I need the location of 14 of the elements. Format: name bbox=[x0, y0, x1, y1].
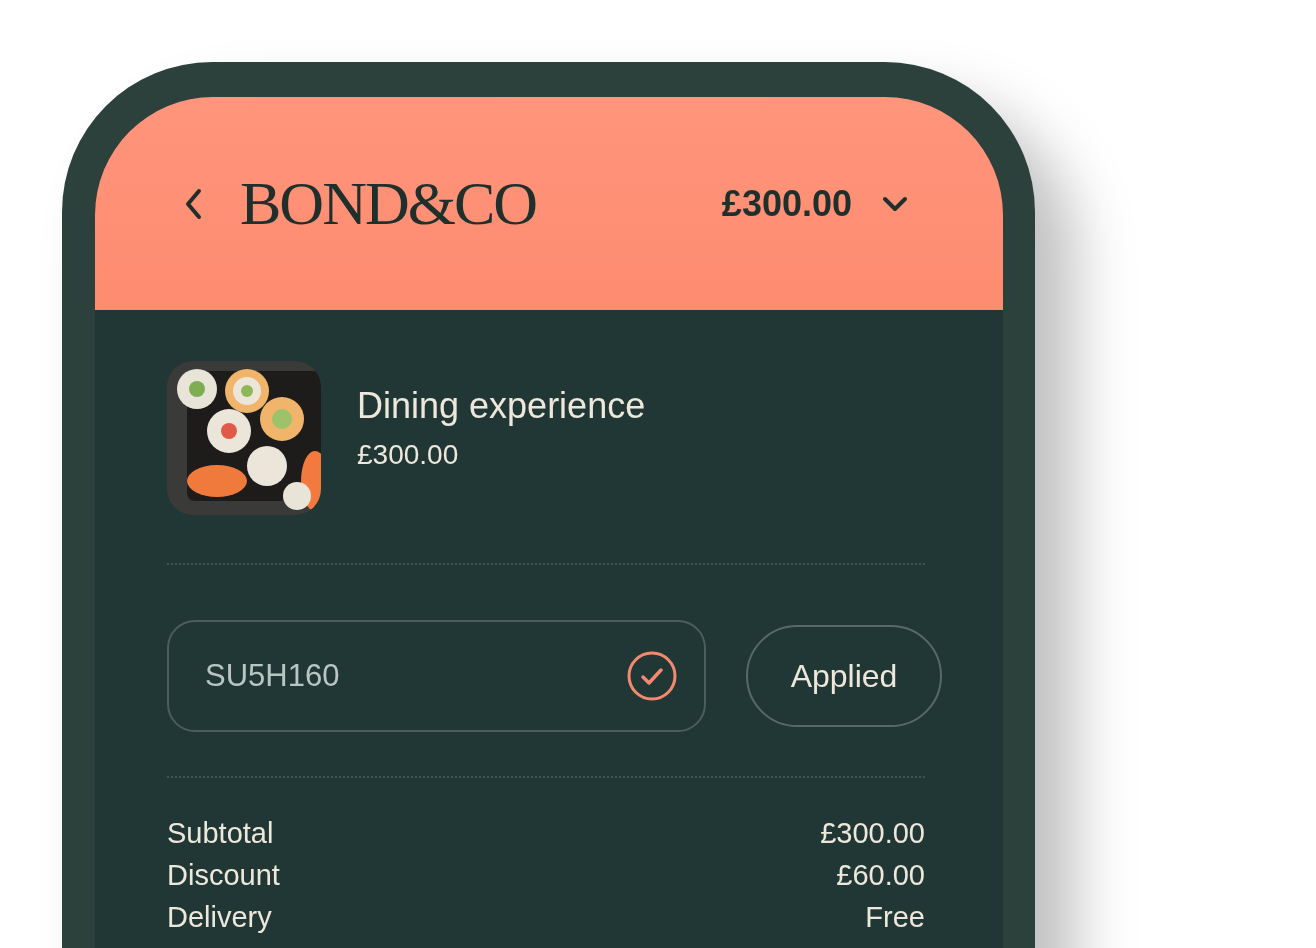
item-title: Dining experience bbox=[357, 385, 646, 427]
summary-label: Subtotal bbox=[167, 816, 274, 850]
summary-value: £60.00 bbox=[836, 858, 925, 892]
back-icon[interactable] bbox=[183, 187, 203, 220]
chevron-down-icon[interactable] bbox=[882, 195, 908, 212]
order-total: £300.00 bbox=[721, 182, 852, 225]
promo-code-field[interactable]: SU5H160 bbox=[167, 620, 706, 732]
summary-value: £300.00 bbox=[820, 816, 925, 850]
summary-label: Discount bbox=[167, 858, 280, 892]
item-price: £300.00 bbox=[357, 439, 460, 471]
summary-value: Free bbox=[865, 900, 925, 934]
applied-button[interactable]: Applied bbox=[746, 625, 942, 727]
summary-label: Delivery bbox=[167, 900, 272, 934]
brand-logo: BOND&CO bbox=[240, 168, 537, 239]
